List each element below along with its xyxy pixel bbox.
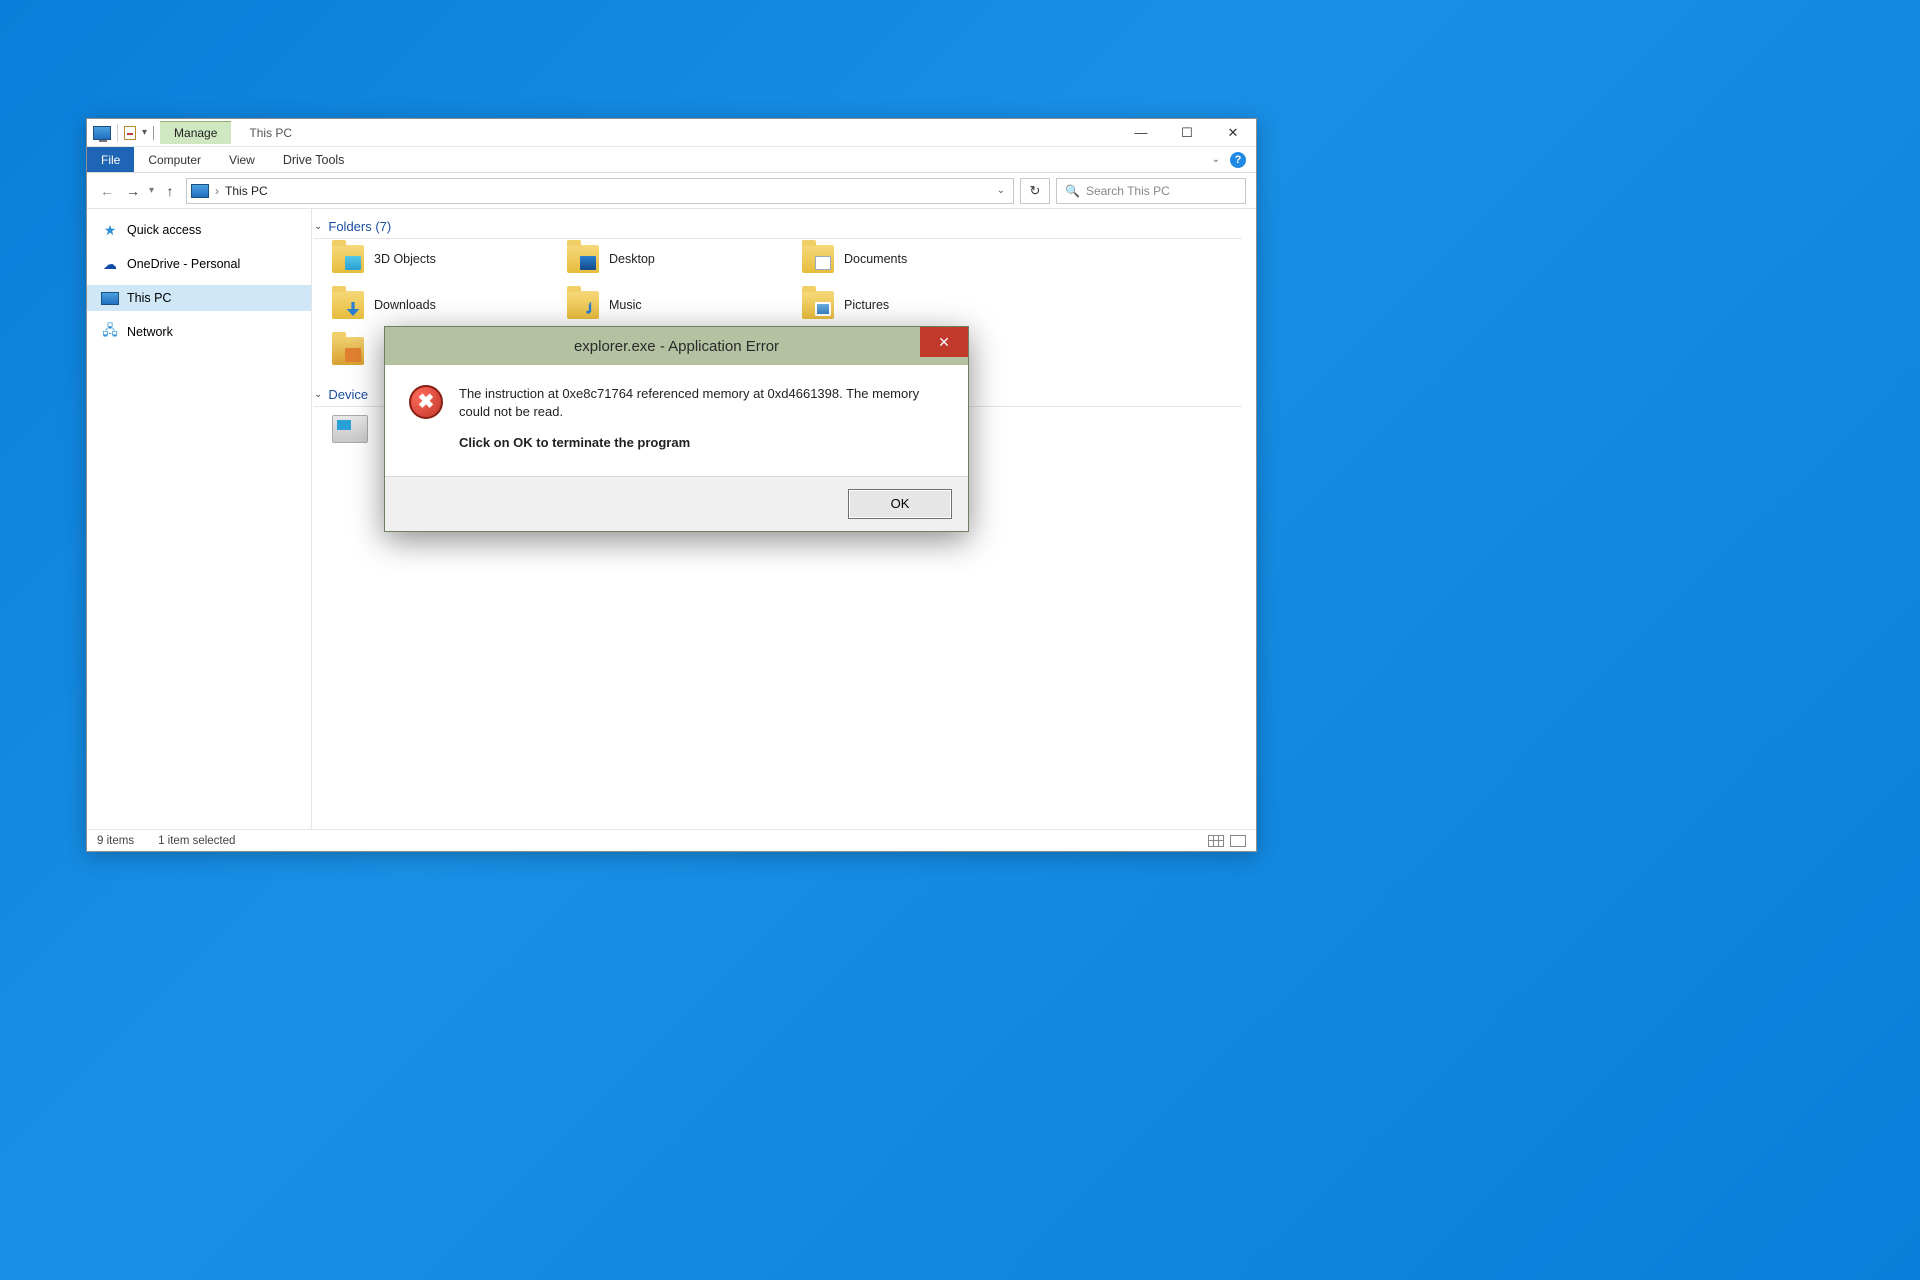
search-placeholder: Search This PC xyxy=(1086,184,1170,198)
status-item-count: 9 items xyxy=(97,835,134,847)
details-view-icon[interactable] xyxy=(1208,835,1224,847)
this-pc-icon xyxy=(93,126,111,140)
drive-item[interactable] xyxy=(332,415,368,443)
ribbon-tab-computer[interactable]: Computer xyxy=(134,147,215,172)
up-button[interactable]: ↑ xyxy=(160,181,180,201)
folder-item-pictures[interactable]: Pictures xyxy=(802,291,1037,319)
section-label: Folders (7) xyxy=(328,219,391,234)
collapse-icon: ⌄ xyxy=(314,221,322,232)
quick-access-toolbar: ▾ xyxy=(87,119,160,146)
separator xyxy=(117,124,118,142)
folder-item-3d-objects[interactable]: 3D Objects xyxy=(332,245,567,273)
qat-dropdown-icon[interactable]: ▾ xyxy=(142,127,147,138)
dialog-footer: OK xyxy=(385,476,968,531)
sidebar-label: This PC xyxy=(127,291,171,305)
titlebar: ▾ Manage This PC — ☐ ✕ xyxy=(87,119,1256,147)
folder-icon xyxy=(332,291,364,319)
window-controls: — ☐ ✕ xyxy=(1118,119,1256,146)
dialog-close-button[interactable]: ✕ xyxy=(920,327,968,357)
folder-label: Music xyxy=(609,298,642,312)
large-icons-view-icon[interactable] xyxy=(1230,835,1246,847)
ribbon-context-tab-manage[interactable]: Manage xyxy=(160,121,231,144)
folder-label: Pictures xyxy=(844,298,889,312)
sidebar-item-quick-access[interactable]: ★ Quick access xyxy=(87,217,311,243)
star-icon: ★ xyxy=(101,222,119,238)
minimize-button[interactable]: — xyxy=(1118,119,1164,146)
address-dropdown-icon[interactable]: ⌄ xyxy=(993,185,1009,196)
this-pc-icon xyxy=(191,184,209,198)
help-icon[interactable]: ? xyxy=(1230,152,1246,168)
cloud-icon: ☁ xyxy=(101,256,119,272)
folder-icon xyxy=(802,291,834,319)
folder-item-music[interactable]: Music xyxy=(567,291,802,319)
ribbon-tabs: File Computer View Drive Tools ⌄ ? xyxy=(87,147,1256,173)
network-icon: 🖧 xyxy=(101,324,119,340)
properties-icon[interactable] xyxy=(124,126,136,140)
section-header-folders[interactable]: ⌄ Folders (7) xyxy=(314,215,1242,239)
status-selected-count: 1 item selected xyxy=(158,835,235,847)
search-icon: 🔍 xyxy=(1065,184,1080,198)
sidebar-item-onedrive[interactable]: ☁ OneDrive - Personal xyxy=(87,251,311,277)
folder-item-desktop[interactable]: Desktop xyxy=(567,245,802,273)
ribbon-tab-view[interactable]: View xyxy=(215,147,269,172)
breadcrumb-this-pc[interactable]: This PC xyxy=(225,184,268,198)
dialog-text-line2: Click on OK to terminate the program xyxy=(459,434,944,452)
section-label: Device xyxy=(328,387,368,402)
folder-label: Desktop xyxy=(609,252,655,266)
back-button[interactable]: ← xyxy=(97,181,117,201)
drive-icon xyxy=(332,415,368,443)
sidebar-label: OneDrive - Personal xyxy=(127,257,240,271)
dialog-titlebar[interactable]: explorer.exe - Application Error ✕ xyxy=(385,327,968,365)
ribbon-tab-drive-tools[interactable]: Drive Tools xyxy=(269,147,359,172)
ribbon-collapse-icon[interactable]: ⌄ xyxy=(1212,154,1220,165)
folder-icon xyxy=(802,245,834,273)
error-dialog: explorer.exe - Application Error ✕ ✖ The… xyxy=(384,326,969,532)
folder-icon xyxy=(332,337,364,365)
error-icon: ✖ xyxy=(409,385,443,419)
navigation-bar: ← → ▾ ↑ › This PC ⌄ ↻ 🔍 Search This PC xyxy=(87,173,1256,209)
folder-icon xyxy=(567,291,599,319)
folder-icon xyxy=(332,245,364,273)
sidebar-item-network[interactable]: 🖧 Network xyxy=(87,319,311,345)
breadcrumb-separator-icon: › xyxy=(215,184,219,198)
dialog-title: explorer.exe - Application Error xyxy=(574,338,779,355)
search-input[interactable]: 🔍 Search This PC xyxy=(1056,178,1246,204)
dialog-message: The instruction at 0xe8c71764 referenced… xyxy=(459,385,944,452)
close-button[interactable]: ✕ xyxy=(1210,119,1256,146)
dialog-body: ✖ The instruction at 0xe8c71764 referenc… xyxy=(385,365,968,476)
sidebar-label: Quick access xyxy=(127,223,201,237)
forward-button[interactable]: → xyxy=(123,181,143,201)
status-bar: 9 items 1 item selected xyxy=(87,829,1256,851)
navigation-pane: ★ Quick access ☁ OneDrive - Personal Thi… xyxy=(87,209,312,829)
window-title: This PC xyxy=(231,126,310,140)
maximize-button[interactable]: ☐ xyxy=(1164,119,1210,146)
address-bar[interactable]: › This PC ⌄ xyxy=(186,178,1014,204)
refresh-button[interactable]: ↻ xyxy=(1020,178,1050,204)
folder-item-downloads[interactable]: Downloads xyxy=(332,291,567,319)
sidebar-label: Network xyxy=(127,325,173,339)
ribbon-tab-file[interactable]: File xyxy=(87,147,134,172)
collapse-icon: ⌄ xyxy=(314,389,322,400)
this-pc-icon xyxy=(101,290,119,306)
folder-label: Documents xyxy=(844,252,907,266)
dialog-text-line1: The instruction at 0xe8c71764 referenced… xyxy=(459,385,944,420)
separator xyxy=(153,126,154,140)
folder-item-documents[interactable]: Documents xyxy=(802,245,1037,273)
ok-button[interactable]: OK xyxy=(848,489,952,519)
folder-label: Downloads xyxy=(374,298,436,312)
sidebar-item-this-pc[interactable]: This PC xyxy=(87,285,311,311)
folder-icon xyxy=(567,245,599,273)
recent-locations-icon[interactable]: ▾ xyxy=(149,185,154,196)
folder-label: 3D Objects xyxy=(374,252,436,266)
